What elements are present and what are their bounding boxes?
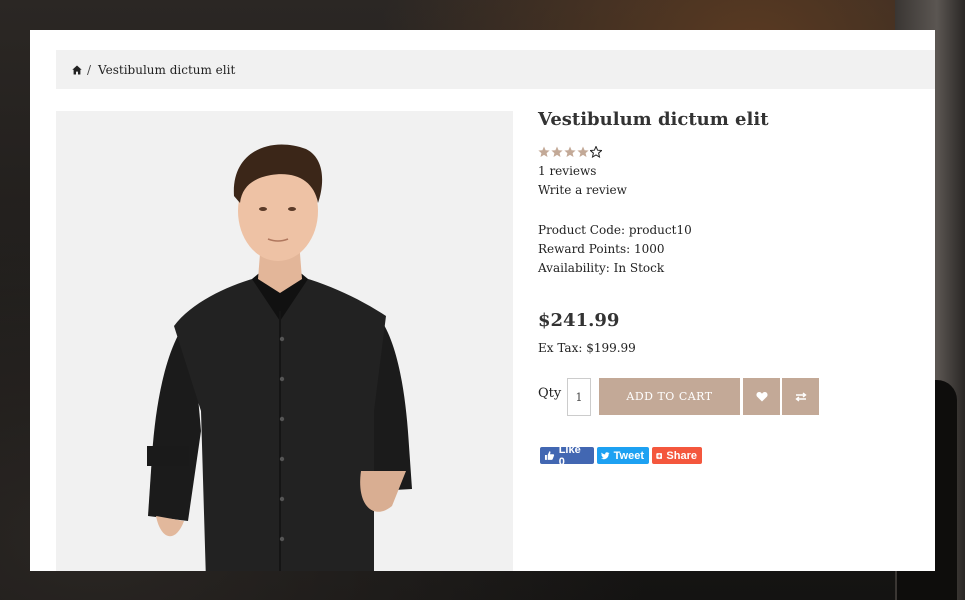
product-panel: / Vestibulum dictum elit Vestibulum dict… bbox=[30, 30, 935, 571]
share-label: Share bbox=[666, 449, 697, 462]
share-button[interactable]: Share bbox=[652, 447, 702, 464]
plus-square-icon bbox=[656, 452, 663, 459]
ex-tax-price: Ex Tax: $199.99 bbox=[538, 341, 636, 355]
product-code: Product Code: product10 bbox=[538, 223, 692, 237]
add-to-cart-button[interactable]: ADD TO CART bbox=[599, 378, 740, 415]
quantity-input[interactable] bbox=[567, 378, 591, 416]
tweet-button[interactable]: Tweet bbox=[597, 447, 649, 464]
reviews-link[interactable]: 1 reviews bbox=[538, 164, 596, 178]
product-price: $241.99 bbox=[538, 310, 620, 331]
breadcrumb-current[interactable]: Vestibulum dictum elit bbox=[98, 63, 235, 77]
facebook-like-button[interactable]: Like 0 bbox=[540, 444, 594, 468]
star-filled-icon bbox=[538, 146, 550, 157]
product-photo bbox=[147, 144, 412, 571]
twitter-bird-icon bbox=[601, 451, 610, 459]
star-filled-icon bbox=[551, 146, 563, 157]
add-to-wishlist-button[interactable] bbox=[743, 378, 780, 415]
product-image[interactable] bbox=[56, 111, 513, 571]
reward-points: Reward Points: 1000 bbox=[538, 242, 665, 256]
breadcrumb-separator: / bbox=[87, 62, 92, 77]
compare-button[interactable] bbox=[782, 378, 819, 415]
facebook-like-label: Like 0 bbox=[558, 443, 581, 468]
product-title: Vestibulum dictum elit bbox=[538, 109, 769, 130]
availability: Availability: In Stock bbox=[538, 261, 665, 275]
breadcrumb: / Vestibulum dictum elit bbox=[56, 50, 935, 89]
home-icon[interactable] bbox=[72, 65, 82, 75]
social-share-bar: Like 0 Tweet Share bbox=[540, 444, 702, 468]
compare-arrows-icon bbox=[794, 391, 807, 402]
heart-icon bbox=[755, 391, 768, 402]
tweet-label: Tweet bbox=[613, 449, 644, 462]
thumbs-up-icon bbox=[544, 451, 555, 460]
star-filled-icon bbox=[577, 146, 589, 157]
star-filled-icon bbox=[564, 146, 576, 157]
qty-label: Qty bbox=[538, 386, 562, 401]
star-empty-icon bbox=[590, 146, 602, 158]
rating-stars bbox=[538, 146, 602, 158]
write-review-link[interactable]: Write a review bbox=[538, 183, 627, 197]
